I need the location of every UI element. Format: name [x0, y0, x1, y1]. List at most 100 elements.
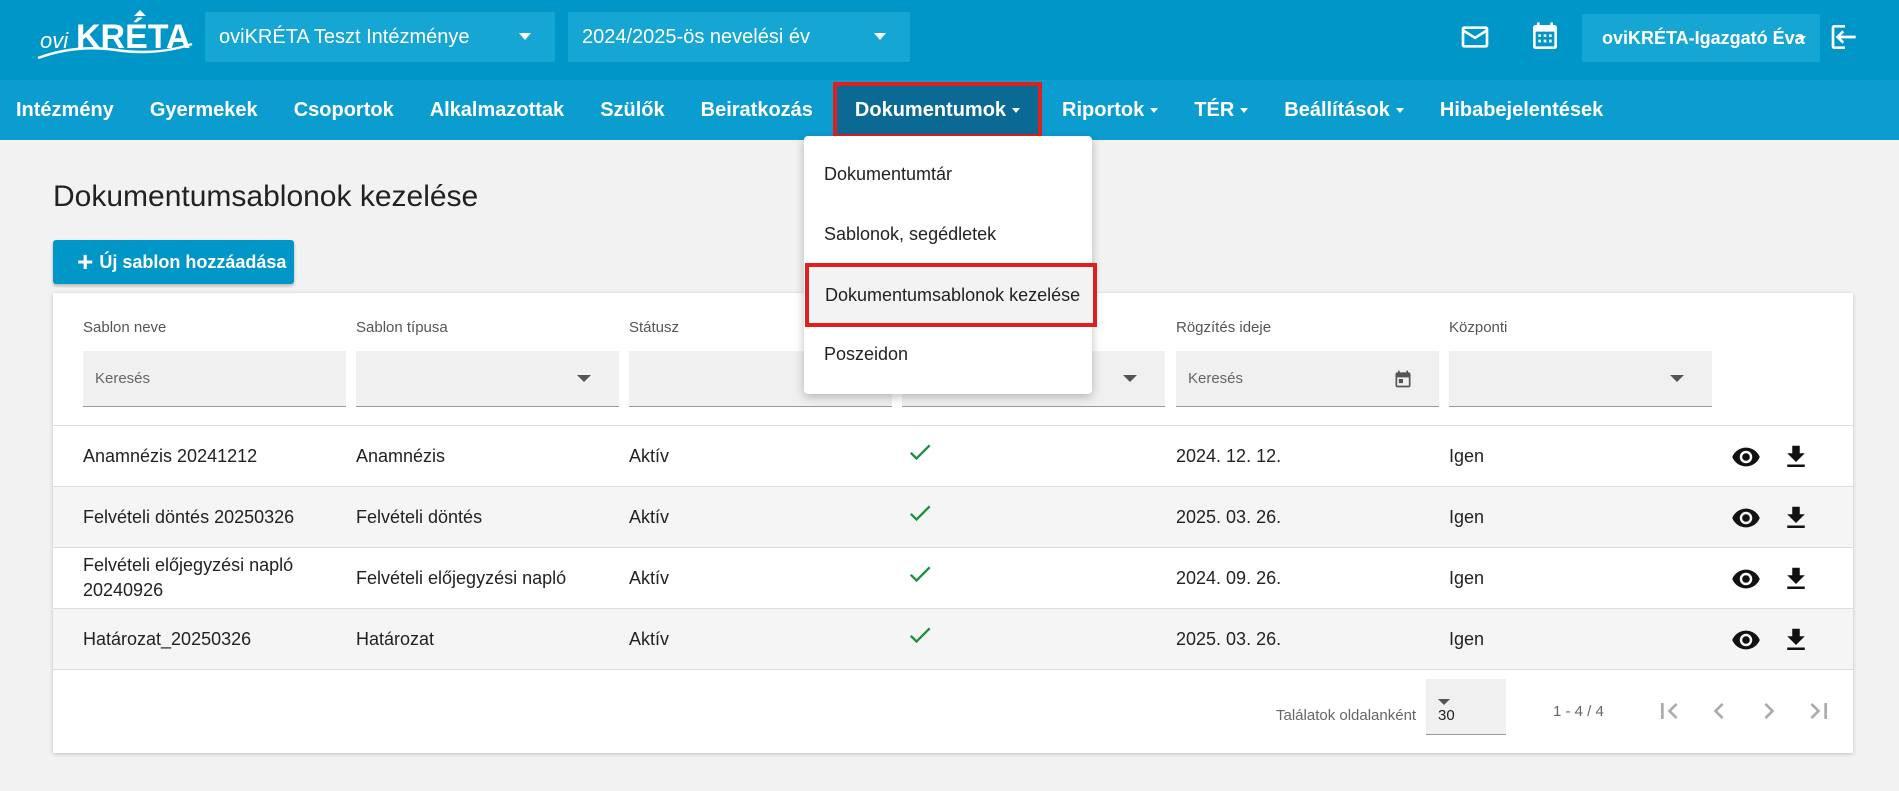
cell-date: 2025. 03. 26. [1176, 506, 1282, 527]
table-row[interactable]: Határozat_20250326 Határozat Aktív 2025.… [53, 609, 1853, 670]
calendar-icon[interactable] [1528, 20, 1562, 54]
cell-name: Határozat_20250326 [83, 628, 252, 649]
school-year-select[interactable]: 2024/2025-ös nevelési év [568, 12, 910, 62]
nav-item-alkalmazottak[interactable]: Alkalmazottak [412, 86, 583, 134]
ovikreta-logo[interactable]: ovi KRÉTA [36, 10, 196, 66]
caret-down-icon [1670, 375, 1684, 382]
menu-item-label: Dokumentumsablonok kezelése [825, 284, 1081, 305]
user-name: oviKRÉTA-Igazgató Éva [1602, 27, 1805, 48]
download-icon[interactable] [1781, 503, 1811, 533]
svg-text:ovi: ovi [40, 28, 69, 53]
logout-icon[interactable] [1828, 20, 1862, 54]
nav-item-csoportok[interactable]: Csoportok [276, 86, 412, 134]
nav-item-label: Riportok [1062, 98, 1145, 121]
top-bar: ovi KRÉTA oviKRÉTA Teszt Intézménye 2024… [0, 0, 1899, 80]
cell-type: Felvételi döntés [356, 506, 483, 527]
calendar-icon[interactable] [1393, 369, 1413, 389]
last-page-icon[interactable] [1803, 695, 1835, 727]
download-icon[interactable] [1781, 564, 1811, 594]
per-page-value: 30 [1438, 707, 1455, 724]
main-nav: Intézmény Gyermekek Csoportok Alkalmazot… [0, 80, 1899, 140]
cell-central: Igen [1449, 506, 1485, 527]
view-icon[interactable] [1731, 625, 1761, 655]
caret-down-icon [1240, 107, 1249, 113]
menu-item-sablonok-segedletek[interactable]: Sablonok, segédletek [804, 206, 1092, 262]
cell-central: Igen [1449, 445, 1485, 466]
first-page-icon[interactable] [1653, 695, 1685, 727]
central-filter-select[interactable] [1449, 351, 1712, 407]
cell-type: Felvételi előjegyzési napló [356, 567, 567, 588]
nav-item-dokumentumok[interactable]: Dokumentumok [832, 82, 1043, 138]
cell-date: 2025. 03. 26. [1176, 628, 1282, 649]
cell-status: Aktív [629, 506, 670, 527]
menu-item-label: Poszeidon [824, 343, 909, 364]
cell-name: Felvételi előjegyzési napló 20240926 [83, 555, 294, 600]
cell-type: Anamnézis [356, 445, 446, 466]
user-menu[interactable]: oviKRÉTA-Igazgató Éva [1582, 14, 1820, 62]
caret-down-icon [1395, 107, 1404, 113]
column-header-date[interactable]: Rögzítés ideje [1176, 319, 1271, 336]
download-icon[interactable] [1781, 442, 1811, 472]
cell-name: Anamnézis 20241212 [83, 445, 258, 466]
menu-item-label: Dokumentumtár [824, 163, 953, 184]
column-header-type[interactable]: Sablon típusa [356, 319, 448, 336]
plus-icon: + [77, 246, 94, 277]
view-icon[interactable] [1731, 564, 1761, 594]
menu-item-poszeidon[interactable]: Poszeidon [804, 326, 1092, 382]
nav-item-beallitasok[interactable]: Beállítások [1266, 86, 1422, 134]
caret-down-icon [874, 33, 886, 40]
school-year-select-value: 2024/2025-ös nevelési év [582, 25, 810, 48]
dokumentumok-dropdown-menu: Dokumentumtár Sablonok, segédletek Dokum… [804, 136, 1097, 394]
nav-item-hibabejelentesek[interactable]: Hibabejelentések [1422, 86, 1621, 134]
column-header-central[interactable]: Központi [1449, 319, 1507, 336]
view-icon[interactable] [1731, 442, 1761, 472]
column-header-status[interactable]: Státusz [629, 319, 679, 336]
check-icon [906, 438, 934, 466]
table-row[interactable]: Anamnézis 20241212 Anamnézis Aktív 2024.… [53, 426, 1853, 487]
institution-select-value: oviKRÉTA Teszt Intézménye [219, 25, 470, 48]
institution-select[interactable]: oviKRÉTA Teszt Intézménye [205, 12, 555, 62]
type-filter-select[interactable] [356, 351, 619, 407]
add-template-button-label: Új sablon hozzáadása [99, 251, 287, 272]
previous-page-icon[interactable] [1703, 695, 1735, 727]
table-row[interactable]: Felvételi előjegyzési napló 20240926 Fel… [53, 548, 1853, 609]
mail-icon[interactable] [1458, 20, 1492, 54]
caret-down-icon [1150, 107, 1159, 113]
nav-item-gyermekek[interactable]: Gyermekek [132, 86, 276, 134]
nav-item-szulok[interactable]: Szülők [582, 86, 682, 134]
check-icon [906, 499, 934, 527]
pagination-bar: Találatok oldalanként 30 1 - 4 / 4 [53, 673, 1853, 753]
cell-date: 2024. 12. 12. [1176, 445, 1282, 466]
menu-item-dokumentumtar[interactable]: Dokumentumtár [804, 146, 1092, 202]
next-page-icon[interactable] [1753, 695, 1785, 727]
nav-item-label: TÉR [1194, 98, 1235, 121]
nav-item-ter[interactable]: TÉR [1176, 86, 1266, 134]
nav-item-beiratkozas[interactable]: Beiratkozás [683, 86, 831, 134]
nav-item-label: Csoportok [293, 98, 394, 121]
nav-item-label: Szülők [600, 98, 665, 121]
name-filter-placeholder: Keresés [95, 370, 151, 387]
per-page-select[interactable]: 30 [1426, 679, 1506, 735]
svg-text:KRÉTA: KRÉTA [76, 18, 191, 56]
caret-down-icon [1798, 36, 1806, 41]
cell-date: 2024. 09. 26. [1176, 567, 1282, 588]
column-header-name[interactable]: Sablon neve [83, 319, 166, 336]
caret-down-icon [519, 33, 531, 40]
nav-item-intezmeny[interactable]: Intézmény [0, 86, 132, 134]
add-template-button[interactable]: + Új sablon hozzáadása [53, 240, 294, 284]
name-filter-input[interactable]: Keresés [83, 351, 346, 407]
view-icon[interactable] [1731, 503, 1761, 533]
caret-down-icon [1012, 107, 1021, 113]
date-filter-input[interactable]: Keresés [1176, 351, 1439, 407]
cell-central: Igen [1449, 567, 1485, 588]
nav-item-label: Hibabejelentések [1439, 98, 1604, 121]
download-icon[interactable] [1781, 625, 1811, 655]
nav-item-label: Alkalmazottak [429, 98, 565, 121]
cell-type: Határozat [356, 628, 435, 649]
table-row[interactable]: Felvételi döntés 20250326 Felvételi dönt… [53, 487, 1853, 548]
caret-down-icon [1438, 699, 1450, 705]
nav-item-label: Gyermekek [149, 98, 258, 121]
nav-item-label: Dokumentumok [854, 98, 1007, 121]
nav-item-riportok[interactable]: Riportok [1044, 86, 1176, 134]
menu-item-dokumentumsablonok-kezelese[interactable]: Dokumentumsablonok kezelése [805, 263, 1097, 327]
